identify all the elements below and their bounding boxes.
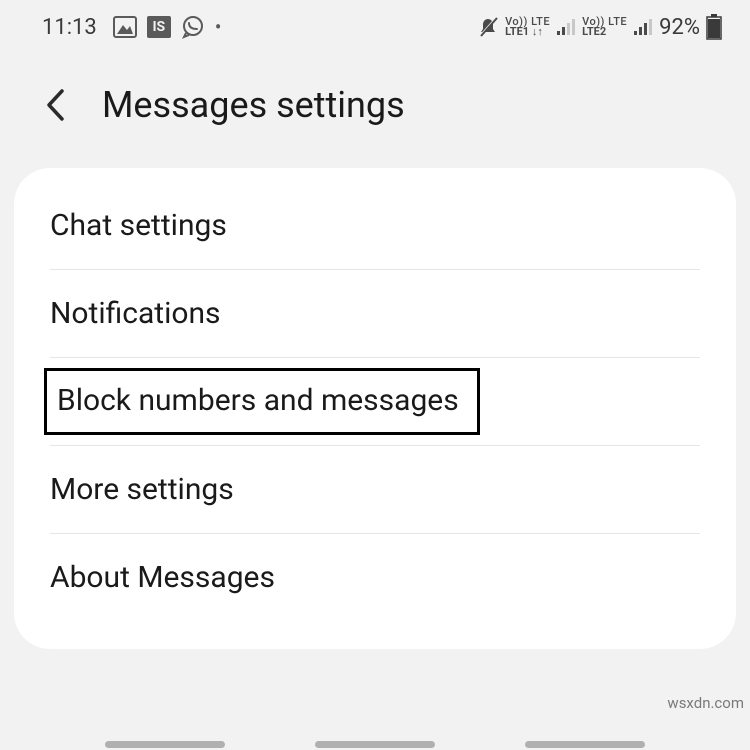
whatsapp-icon [181, 15, 205, 39]
sim1-bottom: LTE1 ↓↑ [505, 27, 543, 37]
sim2-bottom: LTE2 [582, 27, 606, 37]
more-notifications-dot: • [215, 17, 222, 37]
nav-recents[interactable] [105, 741, 225, 748]
sim1-indicator: Vo)) LTE LTE1 ↓↑ [505, 17, 550, 37]
row-chat-settings[interactable]: Chat settings [14, 182, 736, 269]
image-icon [113, 16, 137, 38]
watermark: wsxdn.com [667, 694, 744, 712]
status-time: 11:13 [42, 15, 97, 40]
status-left: 11:13 IS • [42, 15, 222, 40]
settings-list: Chat settings Notifications Block number… [14, 168, 736, 649]
row-block-numbers-label: Block numbers and messages [57, 383, 459, 418]
row-about-messages[interactable]: About Messages [14, 534, 736, 621]
battery-icon [706, 14, 722, 40]
app-header: Messages settings [0, 50, 750, 168]
row-block-numbers[interactable]: Block numbers and messages Block numbers… [14, 358, 736, 445]
signal1-icon [556, 18, 576, 36]
battery-percentage: 92% [659, 15, 700, 40]
row-more-settings[interactable]: More settings [14, 446, 736, 533]
signal2-icon [633, 18, 653, 36]
status-bar: 11:13 IS • Vo)) LTE LTE1 ↓↑ Vo)) LTE LTE… [0, 0, 750, 50]
row-notifications[interactable]: Notifications [14, 270, 736, 357]
nav-home[interactable] [315, 741, 435, 748]
highlight-annotation: Block numbers and messages [44, 368, 480, 435]
is-app-icon: IS [147, 16, 171, 38]
back-button[interactable] [44, 87, 66, 123]
navigation-bar [0, 733, 750, 750]
mute-icon [477, 16, 499, 38]
sim2-indicator: Vo)) LTE LTE2 [582, 17, 627, 37]
nav-back[interactable] [525, 741, 645, 748]
status-right: Vo)) LTE LTE1 ↓↑ Vo)) LTE LTE2 92% [477, 14, 722, 40]
page-title: Messages settings [102, 84, 405, 126]
